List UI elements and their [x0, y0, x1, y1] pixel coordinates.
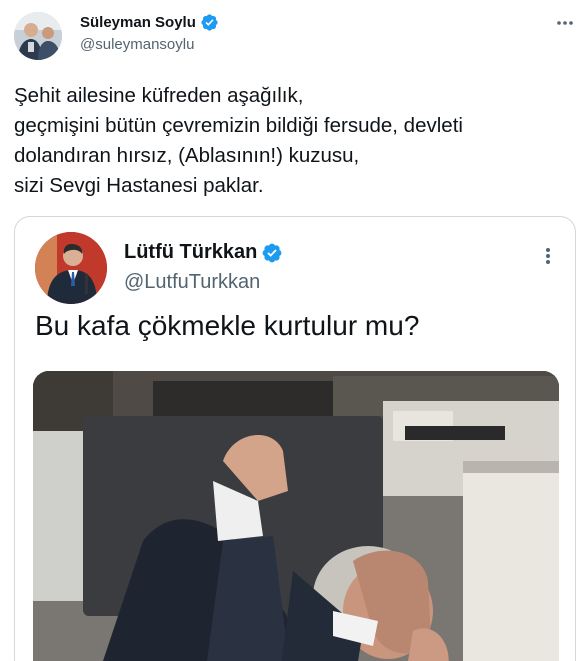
quoted-author-handle[interactable]: @LutfuTurkkan	[124, 271, 283, 294]
more-options-icon[interactable]	[553, 16, 577, 30]
author-name-row: Süleyman Soylu	[80, 13, 219, 32]
tweet-text-line: sizi Sevgi Hastanesi paklar.	[14, 174, 264, 197]
quoted-tweet-media[interactable]	[33, 371, 559, 661]
tweet-text-line: dolandıran hırsız, (Ablasının!) kuzusu,	[14, 144, 360, 167]
tweet-text-line: Şehit ailesine küfreden aşağılık,	[14, 84, 304, 107]
author-avatar[interactable]	[14, 12, 62, 60]
quoted-tweet[interactable]: Lütfü Türkkan @LutfuTurkkan Bu kafa çökm…	[14, 216, 576, 661]
author-info: Süleyman Soylu @suleymansoylu	[80, 13, 219, 53]
quoted-author-name[interactable]: Lütfü Türkkan	[124, 241, 257, 264]
author-handle[interactable]: @suleymansoylu	[80, 36, 219, 53]
quoted-author-avatar[interactable]	[35, 232, 107, 304]
more-options-icon[interactable]	[542, 244, 554, 268]
author-name[interactable]: Süleyman Soylu	[80, 14, 196, 31]
verified-badge-icon	[261, 242, 283, 264]
quoted-name-row: Lütfü Türkkan	[124, 241, 283, 264]
quoted-tweet-text: Bu kafa çökmekle kurtulur mu?	[35, 310, 420, 341]
quoted-author-info: Lütfü Türkkan @LutfuTurkkan	[124, 241, 283, 294]
tweet-text: Şehit ailesine küfreden aşağılık, geçmiş…	[14, 81, 574, 201]
tweet-text-line: geçmişini bütün çevremizin bildiği fersu…	[14, 114, 463, 137]
verified-badge-icon	[200, 13, 219, 32]
tweet: Süleyman Soylu @suleymansoylu Şehit aile…	[0, 0, 587, 661]
